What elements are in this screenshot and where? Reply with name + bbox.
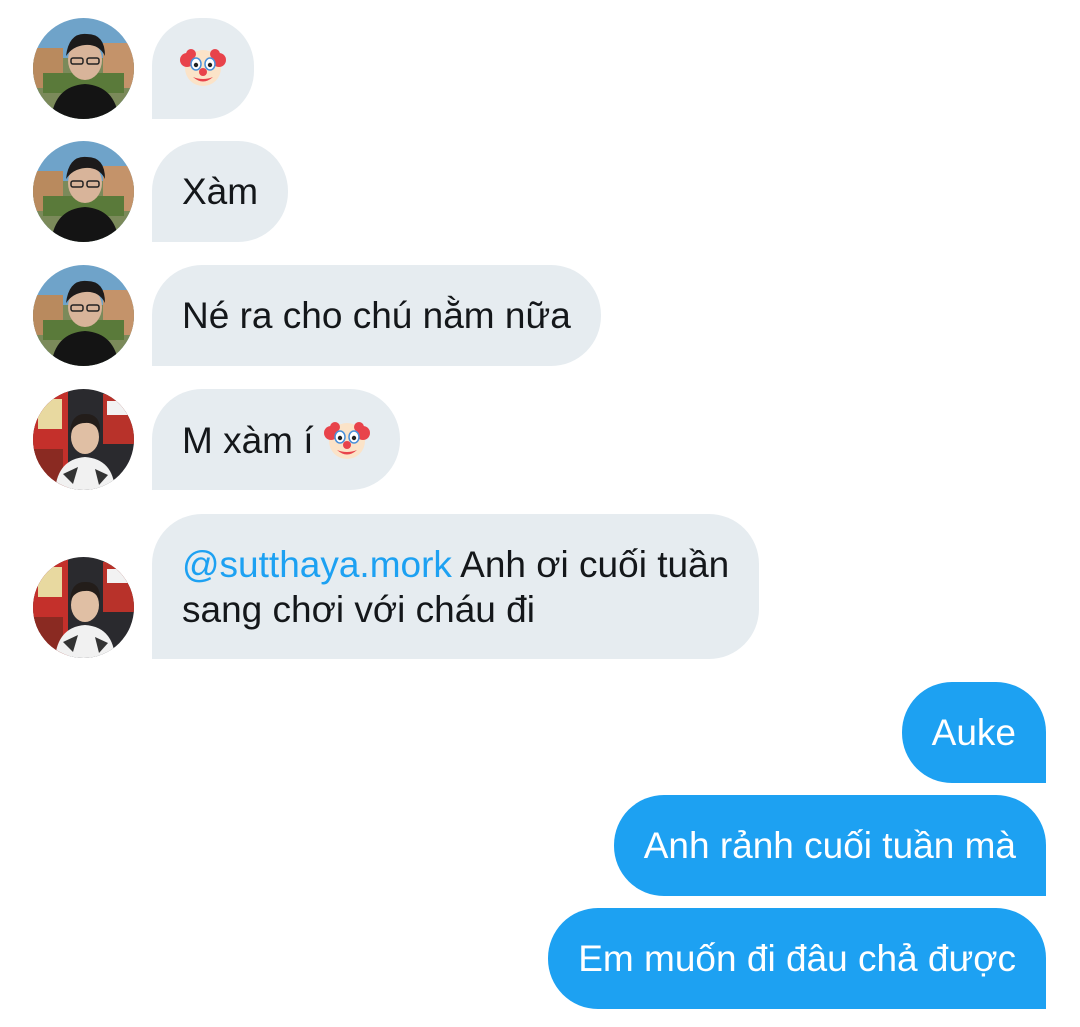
- message-text: Anh ơi cuối tuần: [451, 544, 730, 585]
- message-text: Auke: [931, 712, 1016, 753]
- avatar[interactable]: [33, 557, 134, 658]
- message-bubble-incoming[interactable]: Né ra cho chú nằm nữa: [152, 265, 601, 366]
- avatar[interactable]: [33, 389, 134, 490]
- message-bubble-outgoing[interactable]: Em muốn đi đâu chả được: [548, 908, 1046, 1009]
- message-bubble-outgoing[interactable]: Auke: [901, 682, 1046, 783]
- message-bubble-incoming[interactable]: Xàm: [152, 141, 289, 242]
- avatar[interactable]: [33, 265, 134, 366]
- message-bubble-incoming[interactable]: [152, 18, 254, 119]
- clown-face-icon: [180, 44, 226, 90]
- message-text: M xàm í: [182, 420, 324, 461]
- message-text: Em muốn đi đâu chả được: [578, 938, 1016, 979]
- message-bubble-incoming[interactable]: M xàm í: [152, 389, 400, 490]
- message-bubble-incoming[interactable]: @sutthaya.mork Anh ơi cuối tuần sang chơ…: [152, 514, 760, 659]
- clown-face-icon: [324, 417, 370, 463]
- avatar[interactable]: [33, 18, 134, 119]
- message-text: Anh rảnh cuối tuần mà: [643, 825, 1016, 866]
- message-text: Né ra cho chú nằm nữa: [182, 295, 571, 336]
- message-bubble-outgoing[interactable]: Anh rảnh cuối tuần mà: [613, 795, 1046, 896]
- message-text: Xàm: [182, 171, 259, 212]
- avatar[interactable]: [33, 141, 134, 242]
- user-mention-link[interactable]: @sutthaya.mork: [182, 544, 452, 585]
- message-text: sang chơi với cháu đi: [182, 589, 535, 630]
